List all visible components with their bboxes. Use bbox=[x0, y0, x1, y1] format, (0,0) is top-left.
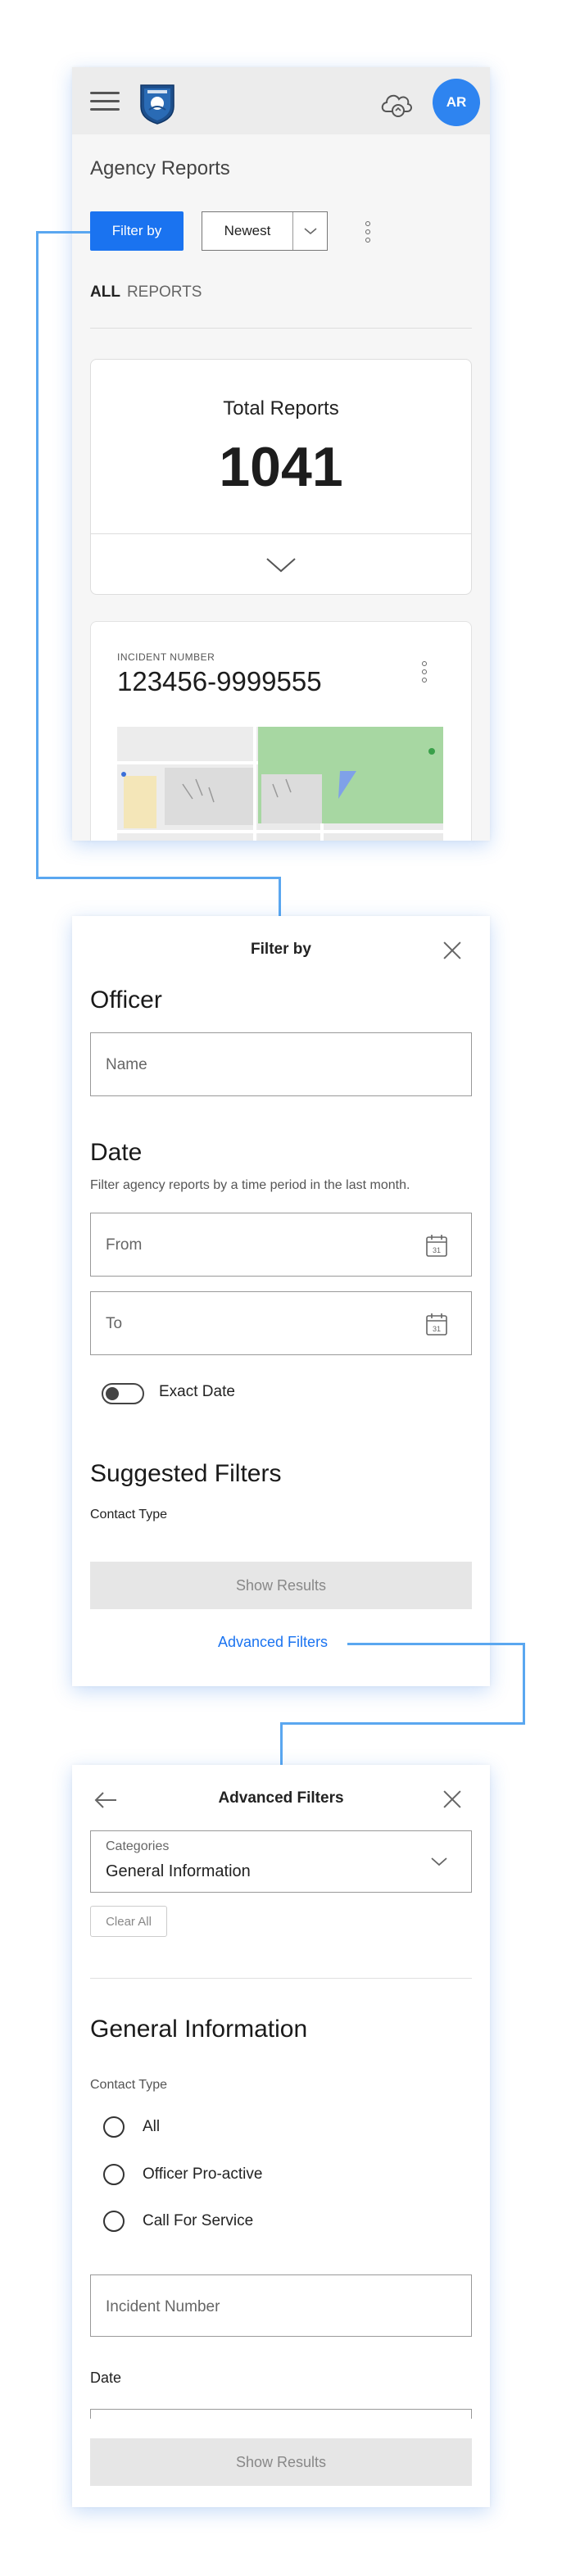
categories-select[interactable]: Categories General Information bbox=[90, 1830, 472, 1893]
expand-card-button[interactable] bbox=[91, 533, 471, 594]
flow-connector bbox=[280, 1722, 283, 1765]
svg-text:31: 31 bbox=[433, 1246, 441, 1254]
close-icon[interactable] bbox=[442, 1789, 462, 1809]
to-placeholder: To bbox=[106, 1315, 123, 1332]
radio-circle[interactable] bbox=[103, 2211, 125, 2232]
incident-number-value: 123456-9999555 bbox=[117, 666, 322, 696]
close-icon[interactable] bbox=[442, 941, 462, 960]
flow-connector bbox=[36, 231, 90, 234]
incident-number-placeholder: Incident Number bbox=[106, 2298, 220, 2315]
radio-label: Call For Service bbox=[143, 2212, 254, 2229]
divider bbox=[90, 328, 472, 329]
incident-number-field[interactable]: Incident Number bbox=[90, 2274, 472, 2337]
date-subtitle: Filter agency reports by a time period i… bbox=[90, 1178, 410, 1192]
menu-icon[interactable] bbox=[90, 92, 120, 111]
advanced-filters-link[interactable]: Advanced Filters bbox=[218, 1634, 328, 1651]
total-reports-label: Total Reports bbox=[223, 397, 339, 420]
clear-all-button[interactable]: Clear All bbox=[90, 1906, 167, 1937]
suggested-filters-heading: Suggested Filters bbox=[90, 1460, 282, 1487]
officer-heading: Officer bbox=[90, 986, 162, 1014]
radio-officer-pro-active[interactable]: Officer Pro-active bbox=[103, 2163, 262, 2186]
incident-card[interactable]: INCIDENT NUMBER 123456-9999555 bbox=[90, 621, 472, 841]
flow-connector bbox=[523, 1643, 525, 1725]
flow-connector bbox=[36, 877, 280, 879]
sort-select[interactable]: Newest bbox=[202, 211, 328, 251]
app-bar: AR bbox=[72, 67, 490, 134]
date-heading: Date bbox=[90, 1139, 143, 1166]
categories-value: General Information bbox=[106, 1862, 251, 1880]
agency-logo bbox=[140, 84, 174, 125]
date-field[interactable] bbox=[90, 2409, 472, 2419]
avatar[interactable]: AR bbox=[433, 79, 480, 126]
tab-all[interactable]: ALL bbox=[90, 283, 120, 301]
panel-title: Advanced Filters bbox=[218, 1789, 344, 1807]
radio-label: All bbox=[143, 2118, 161, 2135]
calendar-icon[interactable]: 31 bbox=[425, 1312, 448, 1336]
filter-panel: Filter by Officer Name Date Filter agenc… bbox=[72, 916, 490, 1686]
report-tabs: ALL REPORTS bbox=[90, 283, 202, 302]
contact-type-label: Contact Type bbox=[90, 2078, 167, 2092]
more-vert-icon[interactable] bbox=[420, 661, 428, 684]
flow-connector bbox=[279, 877, 281, 916]
filter-by-button[interactable]: Filter by bbox=[90, 211, 184, 251]
panel-title: Filter by bbox=[251, 941, 311, 958]
sort-value: Newest bbox=[224, 223, 271, 238]
radio-label: Officer Pro-active bbox=[143, 2166, 263, 2183]
total-reports-value: 1041 bbox=[219, 436, 343, 498]
radio-call-for-service[interactable]: Call For Service bbox=[103, 2210, 253, 2233]
page-title: Agency Reports bbox=[90, 157, 230, 179]
contact-type-label: Contact Type bbox=[90, 1508, 167, 1522]
exact-date-toggle[interactable] bbox=[102, 1383, 144, 1404]
radio-circle[interactable] bbox=[103, 2164, 125, 2185]
more-vert-icon[interactable] bbox=[364, 221, 372, 243]
chevron-down-icon[interactable] bbox=[292, 212, 327, 250]
officer-name-field[interactable]: Name bbox=[90, 1032, 472, 1096]
name-placeholder: Name bbox=[106, 1056, 147, 1073]
svg-text:31: 31 bbox=[433, 1325, 441, 1333]
from-placeholder: From bbox=[106, 1236, 143, 1254]
flow-connector bbox=[347, 1643, 524, 1645]
agency-reports-screen: AR Agency Reports Filter by Newest ALL RE… bbox=[72, 67, 490, 841]
map-thumbnail[interactable] bbox=[117, 727, 443, 841]
incident-number-label: INCIDENT NUMBER bbox=[117, 651, 215, 663]
exact-date-label: Exact Date bbox=[159, 1383, 235, 1400]
flow-connector bbox=[36, 231, 39, 878]
radio-all[interactable]: All bbox=[103, 2116, 160, 2138]
calendar-icon[interactable]: 31 bbox=[425, 1233, 448, 1258]
from-date-field[interactable]: From 31 bbox=[90, 1213, 472, 1277]
cloud-sync-icon[interactable] bbox=[378, 87, 415, 120]
date-label: Date bbox=[90, 2370, 122, 2386]
general-information-heading: General Information bbox=[90, 2016, 308, 2043]
advanced-filters-panel: Advanced Filters Categories General Info… bbox=[72, 1765, 490, 2507]
divider bbox=[90, 1978, 472, 1979]
to-date-field[interactable]: To 31 bbox=[90, 1291, 472, 1355]
tab-reports[interactable]: REPORTS bbox=[127, 283, 202, 301]
flow-connector bbox=[280, 1722, 525, 1725]
total-reports-card: Total Reports 1041 bbox=[90, 359, 472, 595]
show-results-button[interactable]: Show Results bbox=[90, 2438, 472, 2486]
chevron-down-icon bbox=[266, 557, 296, 572]
chevron-down-icon bbox=[431, 1857, 447, 1866]
categories-label: Categories bbox=[106, 1839, 170, 1853]
radio-circle[interactable] bbox=[103, 2116, 125, 2138]
show-results-button[interactable]: Show Results bbox=[90, 1562, 472, 1609]
